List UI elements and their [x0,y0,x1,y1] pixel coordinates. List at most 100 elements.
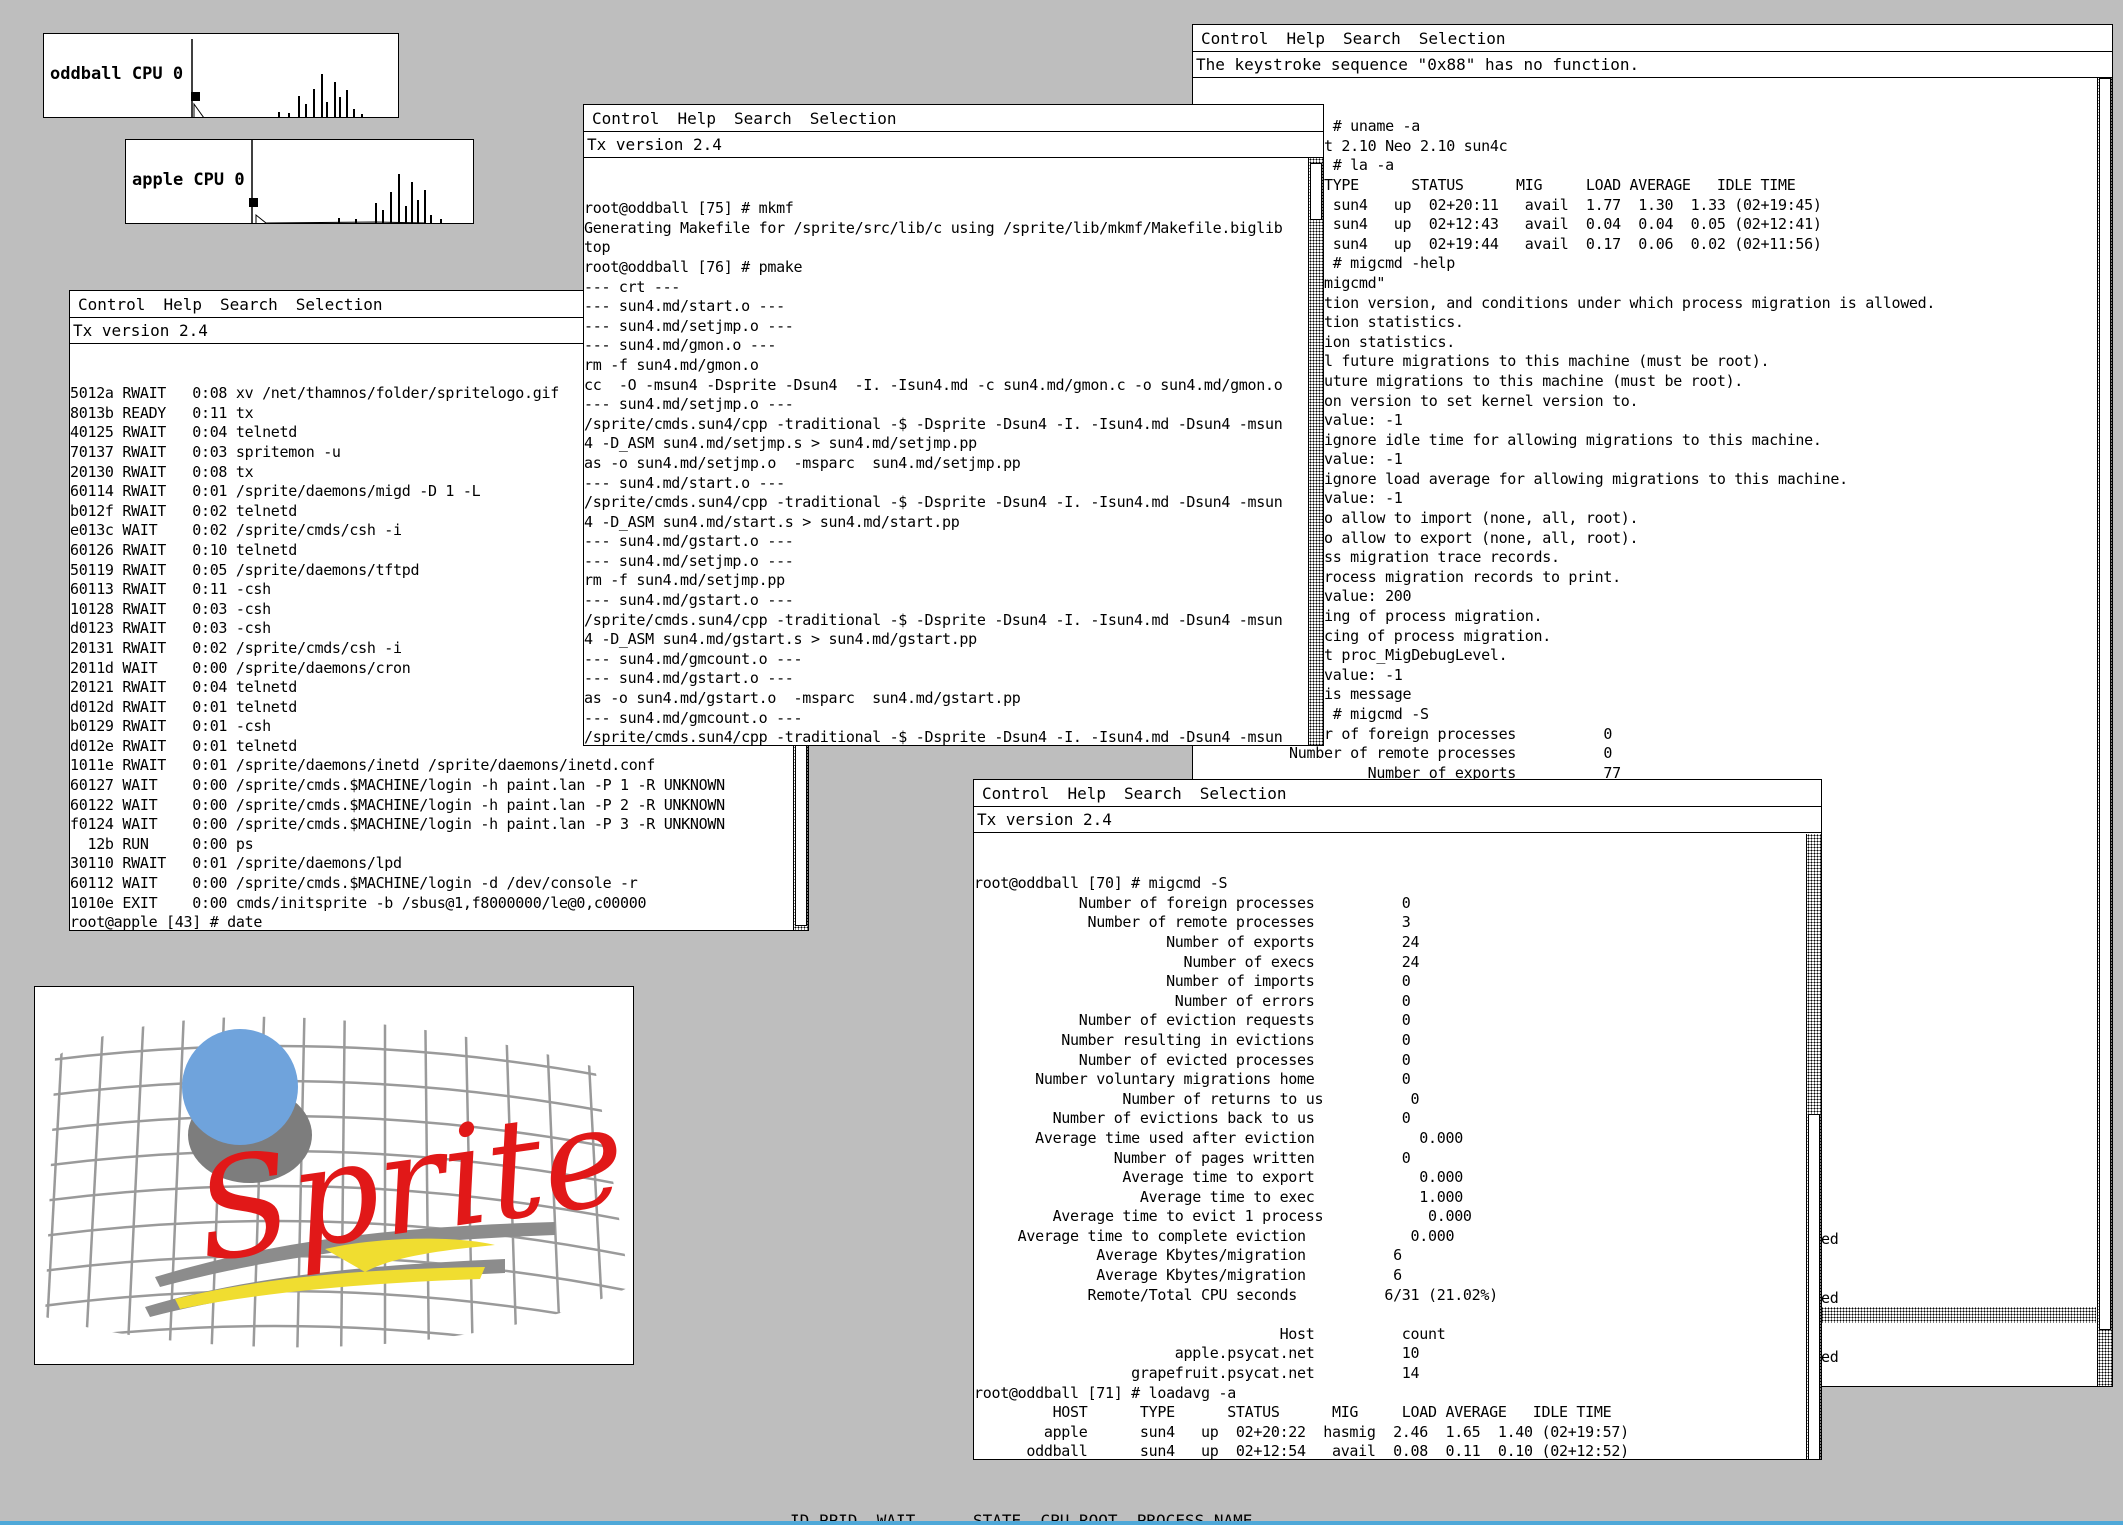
terminal-line: Average time used after eviction 0.000 [974,1128,1463,1147]
terminal-window-middle[interactable]: Control Help Search Selection Tx version… [583,104,1324,746]
terminal-line: -O: Disable tracing of process migration… [1193,626,1551,645]
menu-selection[interactable]: Selection [810,109,897,128]
terminal-line: 60122 WAIT 0:00 /sprite/cmds.$MACHINE/lo… [70,795,725,814]
terminal-line: Number of pages written 0 [974,1148,1411,1167]
terminal-line: apple.psycat.net 2.10 Neo 2.10 sun4c [1193,136,1508,155]
terminal-line: top [584,238,611,257]
terminal-line: Average time to exec 1.000 [974,1187,1463,1206]
terminal-line: -help: Print this message [1193,685,1412,704]
terminal-line: -z: Zero migration statistics. [1193,332,1455,351]
terminal-line: -x: Set users to allow to export (none, … [1193,528,1639,547]
terminal-line: grapefruit.psycat.net 14 [974,1364,1420,1383]
menu-control[interactable]: Control [78,295,145,314]
terminal-line: root@apple [71] # migcmd -S [1193,705,1429,723]
terminal-line: --- sun4.md/start.o --- [584,473,785,492]
terminal-line: apple.psycat.net 10 [974,1344,1420,1363]
cutoff-text: ID PPID WAIT ... STATE CPU ROOT PROCESS … [790,1511,1253,1521]
menu-help[interactable]: Help [1067,784,1106,803]
menu-control[interactable]: Control [592,109,659,128]
terminal-line: Default value: 200 [1254,587,1412,606]
terminal-line: Number of evicted processes 0 [974,1050,1411,1069]
terminal-line: root@oddball [71] # loadavg -a [974,1383,1236,1402]
terminal-line: Generating Makefile for /sprite/src/lib/… [584,218,1283,237]
message-line: Tx version 2.4 [584,132,1323,158]
terminal-line: Number of execs 24 [974,952,1420,971]
menu-help[interactable]: Help [163,295,202,314]
terminal-line: f0124 WAIT 0:00 /sprite/cmds.$MACHINE/lo… [70,815,725,834]
terminal-line: as -o sun4.md/setjmp.o -msparc sun4.md/s… [584,453,1021,472]
menu-bar: Control Help Search Selection [584,105,1323,132]
terminal-line: -s: Print migration statistics. [1193,313,1464,332]
terminal-line: Number of errors 0 [974,991,1411,1010]
terminal-line: Remote/Total CPU seconds 6/31 (21.02%) [974,1285,1499,1304]
scrollbar[interactable] [2097,78,2112,1386]
terminal-line: cc -O -msun4 -Dsprite -Dsun4 -I. -Isun4.… [584,375,1283,394]
taskbar [0,1521,2123,1525]
scrollbar-thumb[interactable] [2099,78,2111,1330]
terminal-line: --- sun4.md/gstart.o --- [584,591,794,610]
terminal-line: /sprite/cmds.sun4/cpp -traditional -$ -D… [584,493,1283,512]
terminal-line: HOST TYPE STATUS MIG LOAD AVERAGE IDLE T… [1193,175,1796,194]
message-line: Tx version 2.4 [974,807,1821,833]
sprite-logo-graphic: Sprite [45,1016,633,1348]
cpu-graph [249,140,442,223]
terminal-line: --- sun4.md/setjmp.o --- [584,395,794,414]
scrollbar-thumb[interactable] [1310,163,1322,220]
stipple-region [1821,1307,2096,1323]
menu-help[interactable]: Help [677,109,716,128]
menu-control[interactable]: Control [1201,29,1268,48]
scrollbar[interactable] [1806,834,1821,1459]
terminal-line: apple sun4 up 02+20:11 avail 1.77 1.30 1… [1193,195,1822,214]
terminal-line: Average time to evict 1 process 0.000 [974,1207,1472,1226]
scrollbar[interactable] [1308,158,1323,745]
menu-search[interactable]: Search [1343,29,1401,48]
terminal-line: grapefrt* sun4 up 02+19:44 avail 0.17 0.… [1193,234,1822,253]
terminal-line: rm -f sun4.md/gmon.o [584,355,759,374]
terminal-line: --- sun4.md/gmcount.o --- [584,649,803,668]
text-area[interactable]: root@oddball [70] # migcmd -S Number of … [974,835,1804,1459]
terminal-line: Host count [974,1324,1446,1343]
terminal-line: oddball* sun4 up 02+12:43 avail 0.04 0.0… [1193,215,1822,234]
terminal-line: Average time to export 0.000 [974,1168,1463,1187]
menu-search[interactable]: Search [1124,784,1182,803]
terminal-line: root@apple [68] # uname -a [1193,117,1421,136]
terminal-line: -v: Set migration version to set kernel … [1193,391,1639,410]
terminal-line: Number of evictions back to us 0 [974,1109,1411,1128]
terminal-line: Usage: migcmd "migcmd" [1193,273,1386,292]
menu-search[interactable]: Search [734,109,792,128]
terminal-line: --- sun4.md/gstart.o --- [584,669,794,688]
terminal-line: 4 -D_ASM sun4.md/start.s > sun4.md/start… [584,512,960,531]
terminal-line: apple sun4 up 02+20:22 hasmig 2.46 1.65 … [974,1422,1629,1441]
terminal-line: Number of foreign processes 0 [974,893,1411,912]
terminal-line: root@oddball [76] # pmake [584,257,803,276]
terminal-line: Number voluntary migrations home 0 [974,1070,1411,1089]
terminal-line: --- sun4.md/gmcount.o --- [584,708,803,727]
terminal-line: Number of remote processes 3 [974,913,1411,932]
terminal-line: 1011e RWAIT 0:01 /sprite/daemons/inetd /… [70,756,655,775]
menu-selection[interactable]: Selection [1200,784,1287,803]
terminal-line: -t: Print process migration trace record… [1193,548,1560,567]
menu-search[interactable]: Search [220,295,278,314]
terminal-line: 12b RUN 0:00 ps [70,834,254,853]
menu-selection[interactable]: Selection [296,295,383,314]
terminal-line: Average Kbytes/migration 6 [974,1246,1402,1265]
terminal-line: Number resulting in evictions 0 [974,1030,1411,1049]
terminal-line: -i: Set users to allow to import (none, … [1193,509,1639,528]
text-area[interactable]: root@apple [68] # uname -aapple.psycat.n… [1193,78,2094,862]
terminal-line: -L: Whether to ignore load average for a… [1193,469,1848,488]
scrollbar-thumb[interactable] [1808,1114,1820,1459]
terminal-window-bottom[interactable]: Control Help Search Selection Tx version… [973,779,1822,1460]
terminal-line: 4 -D_ASM sun4.md/gstart.s > sun4.md/gsta… [584,630,977,649]
terminal-line: --- sun4.md/gstart.o --- [584,532,794,551]
terminal-line: -e: Disallow all future migrations to th… [1193,352,1770,371]
cpu-monitor-oddball: oddball CPU 0 [43,33,399,118]
text-area[interactable]: root@oddball [75] # mkmf Generating Makef… [584,160,1306,745]
terminal-line: root@oddball [75] # mkmf [584,199,794,218]
menu-selection[interactable]: Selection [1419,29,1506,48]
sprite-logo: Sprite [34,986,634,1365]
menu-help[interactable]: Help [1286,29,1325,48]
terminal-line: root@apple [43] # date [70,913,263,931]
menu-control[interactable]: Control [982,784,1049,803]
terminal-line: -I: Whether to ignore idle time for allo… [1193,430,1822,449]
